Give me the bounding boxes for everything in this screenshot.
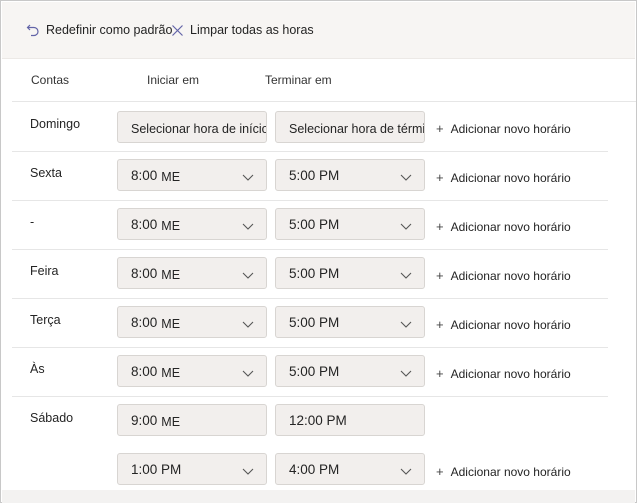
end-time-dropdown[interactable]: 5:00 PM <box>275 159 425 191</box>
start-time-value: 8:00 <box>131 265 158 281</box>
clear-all-hours-button[interactable]: Limpar todas as horas <box>171 2 314 58</box>
day-label: - <box>30 215 35 229</box>
day-label: Sexta <box>30 166 62 180</box>
plus-icon: + <box>436 464 444 479</box>
end-time-value: Selecionar hora de término <box>289 121 425 136</box>
chevron-down-icon <box>400 317 412 332</box>
chevron-down-icon <box>242 366 254 381</box>
end-time-value: 4:00 PM <box>289 461 340 477</box>
add-new-time-button[interactable]: + Adicionar novo horário <box>436 366 571 381</box>
undo-icon <box>26 23 40 37</box>
end-time-value: 5:00 PM <box>289 265 340 281</box>
start-time-suffix: ME <box>161 366 181 380</box>
start-time-suffix: ME <box>161 317 181 331</box>
plus-icon: + <box>436 219 444 234</box>
start-time-dropdown[interactable]: 9:00 ME <box>117 404 267 436</box>
add-new-time-button[interactable]: + Adicionar novo horário <box>436 464 571 479</box>
start-time-value: 8:00 <box>131 167 158 183</box>
chevron-down-icon <box>242 464 254 479</box>
start-time-suffix: ME <box>161 219 181 233</box>
row-divider <box>12 249 608 250</box>
chevron-down-icon <box>242 317 254 332</box>
reset-default-button[interactable]: Redefinir como padrão <box>26 2 172 58</box>
start-time-dropdown[interactable]: Selecionar hora de início <box>117 111 267 143</box>
start-time-suffix: ME <box>161 415 181 429</box>
end-time-dropdown[interactable]: 5:00 PM <box>275 306 425 338</box>
clear-all-hours-label: Limpar todas as horas <box>190 23 314 37</box>
end-time-dropdown[interactable]: 5:00 PM <box>275 208 425 240</box>
plus-icon: + <box>436 366 444 381</box>
toolbar: Redefinir como padrão Limpar todas as ho… <box>2 2 635 59</box>
chevron-down-icon <box>242 268 254 283</box>
plus-icon: + <box>436 170 444 185</box>
add-new-time-button[interactable]: + Adicionar novo horário <box>436 268 571 283</box>
end-time-dropdown[interactable]: 5:00 PM <box>275 257 425 289</box>
add-new-time-button[interactable]: + Adicionar novo horário <box>436 121 571 136</box>
start-time-value: 9:00 <box>131 412 158 428</box>
start-time-suffix: ME <box>161 170 181 184</box>
end-time-value: 5:00 PM <box>289 167 340 183</box>
plus-icon: + <box>436 317 444 332</box>
start-time-value: 8:00 <box>131 314 158 330</box>
end-time-value: 5:00 PM <box>289 216 340 232</box>
plus-icon: + <box>436 121 444 136</box>
header-divider <box>12 101 636 102</box>
end-time-value: 5:00 PM <box>289 363 340 379</box>
day-label: Domingo <box>30 117 81 131</box>
add-new-time-label: Adicionar novo horário <box>450 464 571 479</box>
add-new-time-button[interactable]: + Adicionar novo horário <box>436 317 571 332</box>
row-divider <box>12 151 608 152</box>
chevron-down-icon <box>400 170 412 185</box>
column-header-start: Iniciar em <box>147 73 200 87</box>
day-label: Feira <box>30 264 59 278</box>
start-time-value: 8:00 <box>131 216 158 232</box>
working-hours-panel: Redefinir como padrão Limpar todas as ho… <box>0 0 637 503</box>
end-time-value: 12:00 PM <box>289 412 347 428</box>
add-new-time-label: Adicionar novo horário <box>450 366 571 381</box>
start-time-dropdown[interactable]: 8:00 ME <box>117 257 267 289</box>
add-new-time-label: Adicionar novo horário <box>450 219 571 234</box>
add-new-time-button[interactable]: + Adicionar novo horário <box>436 170 571 185</box>
add-new-time-button[interactable]: + Adicionar novo horário <box>436 219 571 234</box>
end-time-value: 5:00 PM <box>289 314 340 330</box>
add-new-time-label: Adicionar novo horário <box>450 170 571 185</box>
start-time-value: Selecionar hora de início <box>131 121 267 136</box>
chevron-down-icon <box>400 464 412 479</box>
row-divider <box>12 396 608 397</box>
start-time-suffix: ME <box>161 268 181 282</box>
end-time-dropdown[interactable]: Selecionar hora de término <box>275 111 425 143</box>
end-time-dropdown[interactable]: 12:00 PM <box>275 404 425 436</box>
chevron-down-icon <box>400 366 412 381</box>
chevron-down-icon <box>242 219 254 234</box>
day-label: Sábado <box>30 411 74 425</box>
start-time-dropdown[interactable]: 8:00 ME <box>117 208 267 240</box>
start-time-dropdown[interactable]: 8:00 ME <box>117 355 267 387</box>
reset-default-label: Redefinir como padrão <box>46 23 173 37</box>
start-time-dropdown[interactable]: 8:00 ME <box>117 306 267 338</box>
start-time-value: 1:00 PM <box>131 461 182 477</box>
row-divider <box>12 200 608 201</box>
end-time-dropdown[interactable]: 4:00 PM <box>275 453 425 485</box>
chevron-down-icon <box>400 219 412 234</box>
column-header-accounts: Contas <box>31 73 70 87</box>
chevron-down-icon <box>242 170 254 185</box>
bottom-scroll-area <box>2 490 635 503</box>
start-time-dropdown[interactable]: 8:00 ME <box>117 159 267 191</box>
row-divider <box>12 347 608 348</box>
add-new-time-label: Adicionar novo horário <box>450 121 571 136</box>
end-time-dropdown[interactable]: 5:00 PM <box>275 355 425 387</box>
plus-icon: + <box>436 268 444 283</box>
column-header-end: Terminar em <box>265 73 332 87</box>
chevron-down-icon <box>400 268 412 283</box>
start-time-dropdown[interactable]: 1:00 PM <box>117 453 267 485</box>
add-new-time-label: Adicionar novo horário <box>450 317 571 332</box>
start-time-value: 8:00 <box>131 363 158 379</box>
add-new-time-label: Adicionar novo horário <box>450 268 571 283</box>
day-label: Às <box>30 362 45 376</box>
row-divider <box>12 298 608 299</box>
close-icon <box>171 24 184 37</box>
day-label: Terça <box>30 313 61 327</box>
